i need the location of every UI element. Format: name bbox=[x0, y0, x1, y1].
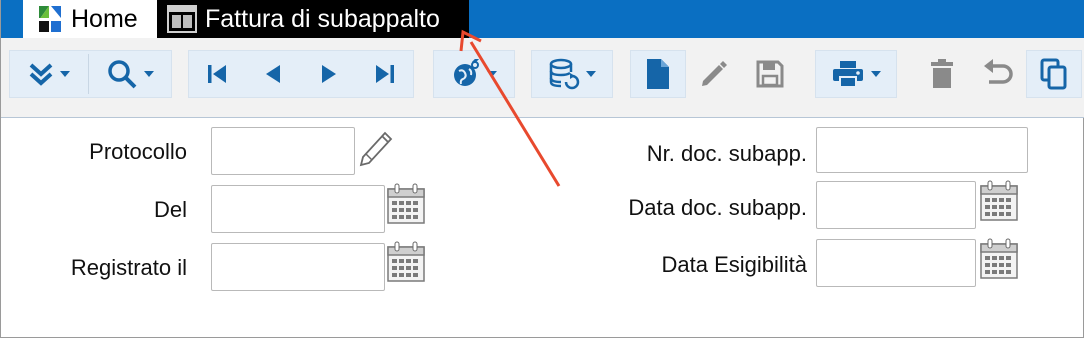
print-icon bbox=[831, 59, 865, 89]
next-record-button[interactable] bbox=[301, 50, 357, 98]
undo-icon bbox=[982, 59, 1014, 89]
form-window-icon bbox=[167, 5, 197, 33]
protocollo-input[interactable] bbox=[211, 127, 355, 175]
first-record-icon bbox=[206, 63, 228, 85]
previous-record-button[interactable] bbox=[245, 50, 301, 98]
data-doc-subapp-date-input[interactable] bbox=[816, 181, 976, 229]
first-record-button[interactable] bbox=[189, 50, 245, 98]
copy-button[interactable] bbox=[1026, 50, 1082, 98]
tab-home-label: Home bbox=[71, 4, 138, 33]
save-icon bbox=[755, 59, 785, 89]
data-esigibilita-label: Data Esigibilità bbox=[661, 252, 807, 277]
globe-link-icon bbox=[451, 59, 481, 89]
del-date-input[interactable] bbox=[211, 185, 385, 233]
application-window: Home Fattura di subappalto Protocollo De… bbox=[0, 0, 1084, 338]
nr-doc-subapp-input[interactable] bbox=[816, 127, 1028, 173]
dropdown-caret-icon bbox=[487, 71, 497, 77]
home-logo-icon bbox=[37, 4, 63, 34]
toolbar-group-view bbox=[9, 50, 172, 98]
delete-button[interactable] bbox=[914, 50, 970, 98]
dropdown-caret-icon bbox=[60, 71, 70, 77]
registrato-il-label: Registrato il bbox=[70, 255, 187, 280]
delete-icon bbox=[929, 58, 955, 90]
tab-home[interactable]: Home bbox=[23, 0, 157, 38]
tab-bar: Home Fattura di subappalto bbox=[1, 0, 1084, 38]
database-refresh-icon bbox=[548, 58, 580, 90]
toolbar-group-data bbox=[531, 50, 613, 98]
del-label: Del bbox=[153, 197, 187, 222]
data-doc-subapp-calendar-icon[interactable] bbox=[980, 180, 1018, 222]
expand-more-button[interactable] bbox=[10, 50, 88, 98]
globe-link-button[interactable] bbox=[434, 50, 514, 98]
registrato-il-date-input[interactable] bbox=[211, 243, 385, 291]
toolbar-group-actions bbox=[913, 50, 1084, 98]
tab-fattura-di-subappalto[interactable]: Fattura di subappalto bbox=[157, 0, 469, 38]
search-button[interactable] bbox=[89, 50, 171, 98]
toolbar-group-print bbox=[815, 50, 897, 98]
toolbar-group-edit bbox=[629, 50, 799, 98]
dropdown-caret-icon bbox=[586, 71, 596, 77]
toolbar bbox=[1, 38, 1084, 118]
previous-record-icon bbox=[262, 63, 284, 85]
save-button[interactable] bbox=[742, 50, 798, 98]
tab-active-label: Fattura di subappalto bbox=[205, 4, 440, 33]
dropdown-caret-icon bbox=[871, 71, 881, 77]
protocollo-label: Protocollo bbox=[89, 139, 187, 164]
search-icon bbox=[106, 58, 138, 90]
copy-icon bbox=[1039, 58, 1069, 90]
toolbar-group-navigation bbox=[188, 50, 414, 98]
data-esigibilita-date-input[interactable] bbox=[816, 239, 976, 287]
new-document-icon bbox=[645, 57, 671, 91]
last-record-button[interactable] bbox=[357, 50, 413, 98]
data-esigibilita-calendar-icon[interactable] bbox=[980, 238, 1018, 280]
database-refresh-button[interactable] bbox=[532, 50, 612, 98]
registrato-il-calendar-icon[interactable] bbox=[387, 241, 425, 283]
print-button[interactable] bbox=[816, 50, 896, 98]
expand-more-icon bbox=[28, 61, 54, 87]
del-calendar-icon[interactable] bbox=[387, 183, 425, 225]
edit-button[interactable] bbox=[686, 50, 742, 98]
toolbar-group-link bbox=[433, 50, 515, 98]
next-record-icon bbox=[318, 63, 340, 85]
edit-protocollo-pencil-icon[interactable] bbox=[357, 127, 397, 167]
nr-doc-subapp-label: Nr. doc. subapp. bbox=[646, 141, 807, 166]
undo-button[interactable] bbox=[970, 50, 1026, 98]
new-document-button[interactable] bbox=[630, 50, 686, 98]
edit-icon bbox=[699, 59, 729, 89]
last-record-icon bbox=[374, 63, 396, 85]
data-doc-subapp-label: Data doc. subapp. bbox=[628, 195, 807, 220]
dropdown-caret-icon bbox=[144, 71, 154, 77]
